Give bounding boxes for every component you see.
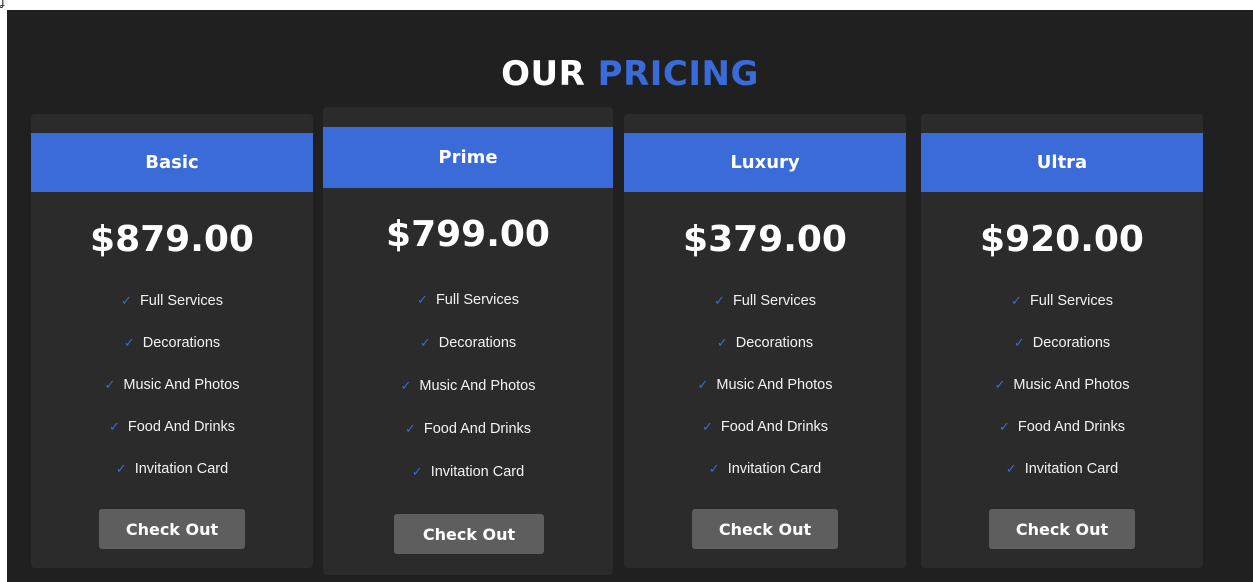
feature-item: ✓ Decorations <box>716 335 814 351</box>
plan-price: $920.00 <box>980 219 1144 260</box>
check-out-button[interactable]: Check Out <box>692 509 838 549</box>
check-out-button[interactable]: Check Out <box>989 509 1135 549</box>
plan-price: $379.00 <box>683 219 847 260</box>
feature-item: ✓ Decorations <box>419 335 517 351</box>
check-out-button[interactable]: Check Out <box>394 514 544 554</box>
check-icon: ✓ <box>716 336 728 351</box>
feature-item: ✓ Full Services <box>714 293 816 309</box>
check-icon: ✓ <box>708 462 720 477</box>
feature-item: ✓ Invitation Card <box>1005 461 1119 477</box>
feature-item: ✓ Full Services <box>121 293 223 309</box>
check-icon: ✓ <box>411 465 423 480</box>
check-icon: ✓ <box>994 378 1006 393</box>
title-accent-word: PRICING <box>597 54 759 94</box>
plan-price: $879.00 <box>90 219 254 260</box>
section-title: OUR PRICING <box>7 50 1253 98</box>
feature-list: ✓ Full Services ✓ Decorations ✓ Music And P… <box>624 292 906 502</box>
feature-item: ✓ Full Services <box>1011 293 1113 309</box>
check-icon: ✓ <box>400 379 412 394</box>
feature-item: ✓ Full Services <box>417 292 519 308</box>
check-out-button[interactable]: Check Out <box>99 509 245 549</box>
check-icon: ✓ <box>714 294 725 309</box>
feature-item: ✓ Music And Photos <box>697 377 833 393</box>
check-icon: ✓ <box>417 293 428 308</box>
title-first-word: OUR <box>501 54 586 94</box>
plan-name: Luxury <box>624 133 906 192</box>
check-icon: ✓ <box>1013 336 1025 351</box>
check-icon: ✓ <box>697 378 709 393</box>
check-icon: ✓ <box>998 420 1010 435</box>
feature-item: ✓ Food And Drinks <box>701 419 829 435</box>
check-icon: ✓ <box>115 462 127 477</box>
pricing-card-ultra: Ultra $920.00 ✓ Full Services ✓ Decoration… <box>921 114 1203 568</box>
check-icon: ✓ <box>104 378 116 393</box>
feature-item: ✓ Music And Photos <box>104 377 240 393</box>
check-icon: ✓ <box>121 294 132 309</box>
pricing-section: OUR PRICING Basic $879.00 ✓ Full Services… <box>7 10 1253 582</box>
feature-list: ✓ Full Services ✓ Decorations ✓ Music And P… <box>31 292 313 502</box>
feature-item: ✓ Invitation Card <box>411 464 525 480</box>
plan-name: Prime <box>323 127 613 188</box>
feature-item: ✓ Decorations <box>1013 335 1111 351</box>
pricing-card-luxury: Luxury $379.00 ✓ Full Services ✓ Decoratio… <box>624 114 906 568</box>
feature-item: ✓ Food And Drinks <box>404 421 532 437</box>
check-icon: ✓ <box>1011 294 1022 309</box>
feature-list: ✓ Full Services ✓ Decorations ✓ Music And P… <box>323 291 613 506</box>
plan-name: Ultra <box>921 133 1203 192</box>
feature-item: ✓ Music And Photos <box>994 377 1130 393</box>
corner-mark: ʝ <box>1 0 5 9</box>
feature-item: ✓ Invitation Card <box>708 461 822 477</box>
check-icon: ✓ <box>108 420 120 435</box>
pricing-card-basic: Basic $879.00 ✓ Full Services ✓ Decoration… <box>31 114 313 568</box>
feature-item: ✓ Food And Drinks <box>108 419 236 435</box>
feature-item: ✓ Decorations <box>123 335 221 351</box>
feature-item: ✓ Music And Photos <box>400 378 536 394</box>
check-icon: ✓ <box>404 422 416 437</box>
feature-item: ✓ Invitation Card <box>115 461 229 477</box>
feature-item: ✓ Food And Drinks <box>998 419 1126 435</box>
plan-price: $799.00 <box>386 214 550 255</box>
check-icon: ✓ <box>419 336 431 351</box>
pricing-card-prime: Prime $799.00 ✓ Full Services ✓ Decoration… <box>323 107 613 575</box>
plan-name: Basic <box>31 133 313 192</box>
check-icon: ✓ <box>123 336 135 351</box>
check-icon: ✓ <box>1005 462 1017 477</box>
feature-list: ✓ Full Services ✓ Decorations ✓ Music And P… <box>921 292 1203 502</box>
check-icon: ✓ <box>701 420 713 435</box>
